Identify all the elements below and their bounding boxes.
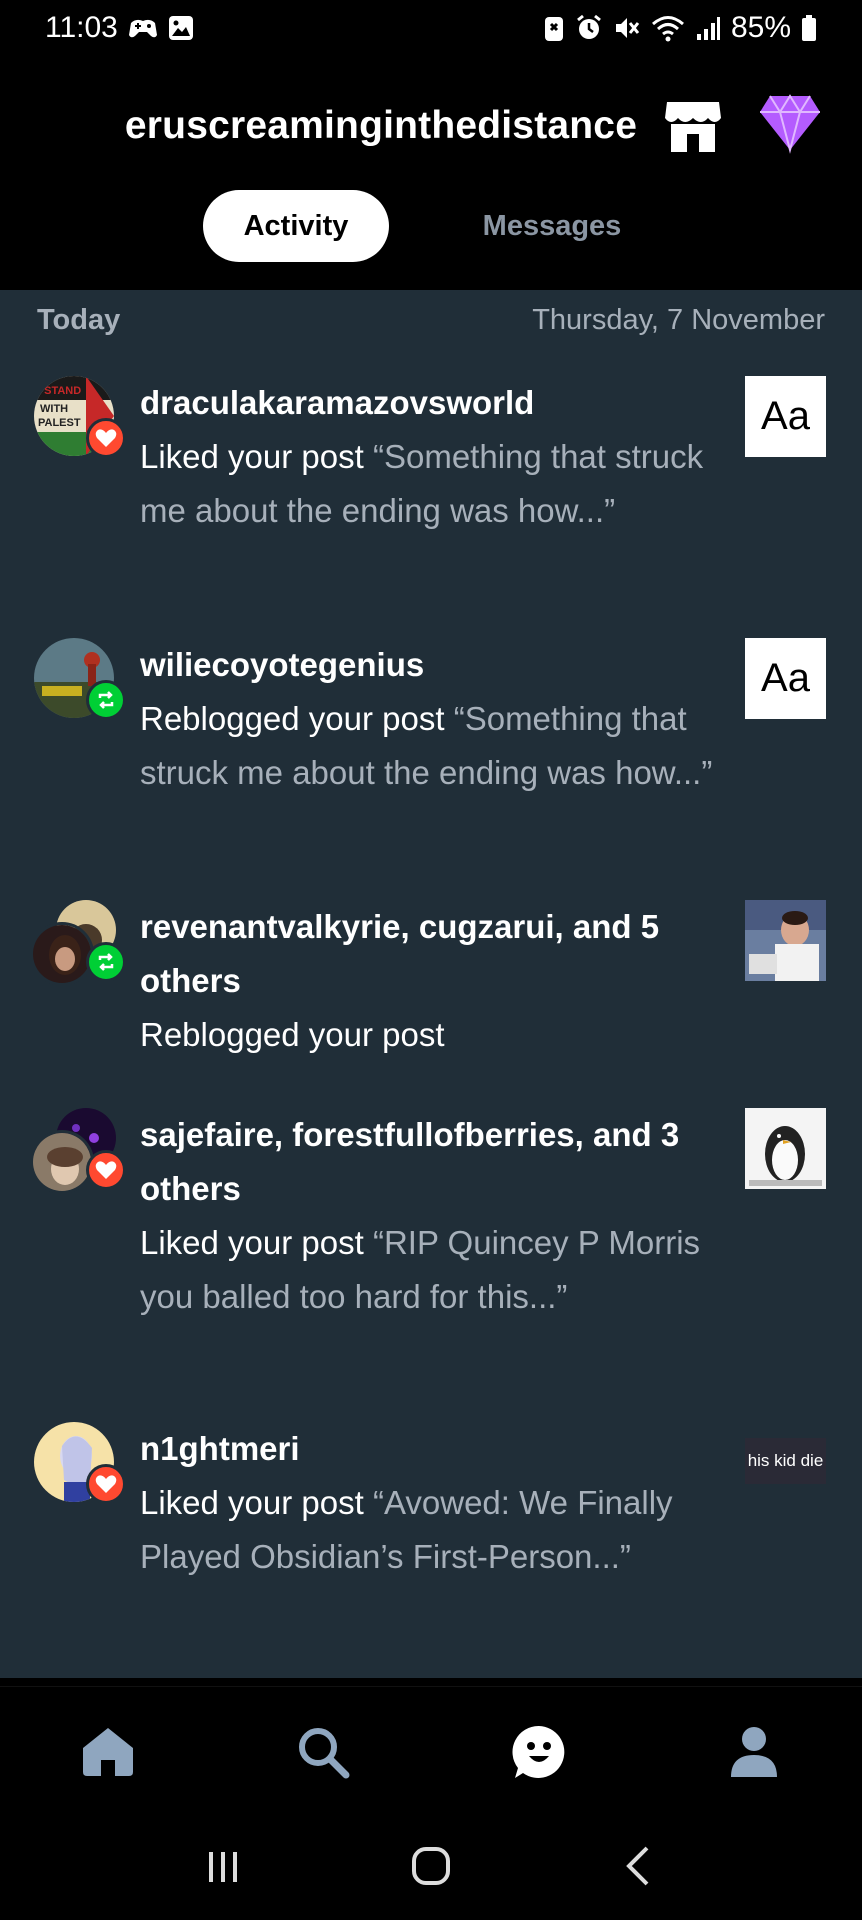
item-text: revenantvalkyrie, cugzarui, and 5 others… — [140, 900, 720, 1062]
nav-activity[interactable] — [494, 1707, 584, 1797]
list-item[interactable]: revenantvalkyrie, cugzarui, and 5 others… — [0, 900, 862, 1070]
section-label: Today — [37, 303, 121, 336]
status-bar: 11:03 85% — [0, 0, 862, 56]
item-text: n1ghtmeri Liked your post “Avowed: We Fi… — [140, 1422, 720, 1584]
recents-icon — [209, 1851, 237, 1882]
gem-icon[interactable] — [758, 90, 822, 154]
home-circle-icon — [412, 1846, 450, 1885]
username[interactable]: sajefaire, forestfullofberries, and 3 ot… — [140, 1108, 720, 1216]
post-thumbnail[interactable]: Aa — [745, 376, 826, 457]
avatar[interactable] — [30, 1130, 94, 1194]
avatar[interactable] — [30, 922, 94, 986]
thumbnail-caption: his kid die — [747, 1451, 824, 1470]
action-text: Reblogged your post — [140, 1016, 445, 1053]
activity-feed[interactable]: Today Thursday, 7 November I STAND WITH … — [0, 290, 862, 1678]
back-button[interactable] — [619, 1844, 659, 1893]
mute-icon — [613, 14, 641, 42]
avatar-group[interactable] — [30, 1108, 126, 1198]
reblog-badge — [86, 680, 126, 720]
bottom-nav — [0, 1686, 862, 1816]
activity-tabs: Activity Messages — [0, 190, 862, 262]
nav-account[interactable] — [709, 1707, 799, 1797]
post-thumbnail[interactable] — [745, 900, 826, 981]
system-nav — [0, 1816, 862, 1920]
battery-saver-icon — [543, 14, 565, 42]
game-controller-icon — [128, 15, 158, 41]
username[interactable]: n1ghtmeri — [140, 1422, 720, 1476]
like-badge — [86, 1150, 126, 1190]
item-text: draculakaramazovsworld Liked your post “… — [140, 376, 720, 538]
nav-home[interactable] — [63, 1707, 153, 1797]
status-time: 11:03 — [45, 11, 118, 44]
signal-icon — [695, 14, 721, 42]
avatar-text-line1: I STAND — [38, 385, 81, 397]
alarm-icon — [575, 14, 603, 42]
reblog-badge — [86, 942, 126, 982]
like-badge — [86, 1464, 126, 1504]
tab-activity[interactable]: Activity — [203, 190, 389, 262]
battery-percent: 85% — [730, 11, 791, 44]
heart-icon — [95, 1475, 117, 1493]
action-text: Liked your post — [140, 1224, 364, 1261]
wifi-icon — [651, 14, 685, 42]
date-label: Thursday, 7 November — [532, 303, 825, 336]
post-thumbnail[interactable]: Aa — [745, 638, 826, 719]
username[interactable]: revenantvalkyrie, cugzarui, and 5 others — [140, 900, 720, 1008]
heart-icon — [95, 1161, 117, 1179]
list-item[interactable]: sajefaire, forestfullofberries, and 3 ot… — [0, 1108, 862, 1388]
heart-icon — [95, 429, 117, 447]
action-text: Reblogged your post — [140, 700, 445, 737]
action-text: Liked your post — [140, 438, 364, 475]
avatar-group[interactable] — [30, 900, 126, 990]
username[interactable]: draculakaramazovsworld — [140, 376, 720, 430]
nav-search[interactable] — [278, 1707, 368, 1797]
post-thumbnail[interactable]: his kid die — [745, 1438, 826, 1484]
recents-button[interactable] — [203, 1846, 243, 1891]
text-post-icon: Aa — [761, 656, 810, 700]
blog-title-row: eruscreaminginthedistance — [0, 96, 862, 156]
shop-icon[interactable] — [663, 96, 723, 156]
home-system-button[interactable] — [409, 1844, 453, 1893]
battery-icon — [801, 14, 817, 42]
tab-messages[interactable]: Messages — [470, 190, 634, 262]
home-icon — [82, 1727, 133, 1776]
like-badge — [86, 418, 126, 458]
activity-face-icon — [512, 1725, 565, 1778]
account-icon — [731, 1726, 778, 1777]
date-header: Today Thursday, 7 November — [37, 298, 825, 342]
list-item[interactable]: wiliecoyotegenius Reblogged your post “S… — [0, 638, 862, 868]
item-text: wiliecoyotegenius Reblogged your post “S… — [140, 638, 720, 800]
header: eruscreaminginthedistance Activity Messa… — [0, 56, 862, 286]
status-right: 85% — [543, 11, 817, 45]
list-item[interactable]: I STAND WITH PALEST draculakaramazovswor… — [0, 376, 862, 606]
post-image — [745, 900, 826, 981]
post-image — [745, 1108, 826, 1189]
image-icon — [168, 15, 194, 41]
avatar-text-line2: WITH — [40, 403, 68, 415]
back-icon — [626, 1846, 649, 1885]
list-item[interactable]: n1ghtmeri Liked your post “Avowed: We Fi… — [0, 1422, 862, 1652]
status-left: 11:03 — [45, 11, 194, 45]
username[interactable]: wiliecoyotegenius — [140, 638, 720, 692]
text-post-icon: Aa — [761, 394, 810, 438]
reblog-icon — [98, 953, 114, 971]
search-icon — [299, 1727, 350, 1778]
avatar-text-line3: PALEST — [38, 417, 81, 429]
avatar-group[interactable] — [34, 1422, 126, 1512]
post-thumbnail[interactable] — [745, 1108, 826, 1189]
blog-title[interactable]: eruscreaminginthedistance — [125, 104, 637, 148]
item-text: sajefaire, forestfullofberries, and 3 ot… — [140, 1108, 720, 1324]
reblog-icon — [98, 691, 114, 709]
action-text: Liked your post — [140, 1484, 364, 1521]
avatar-group[interactable] — [34, 638, 126, 728]
avatar-group[interactable]: I STAND WITH PALEST — [34, 376, 126, 466]
